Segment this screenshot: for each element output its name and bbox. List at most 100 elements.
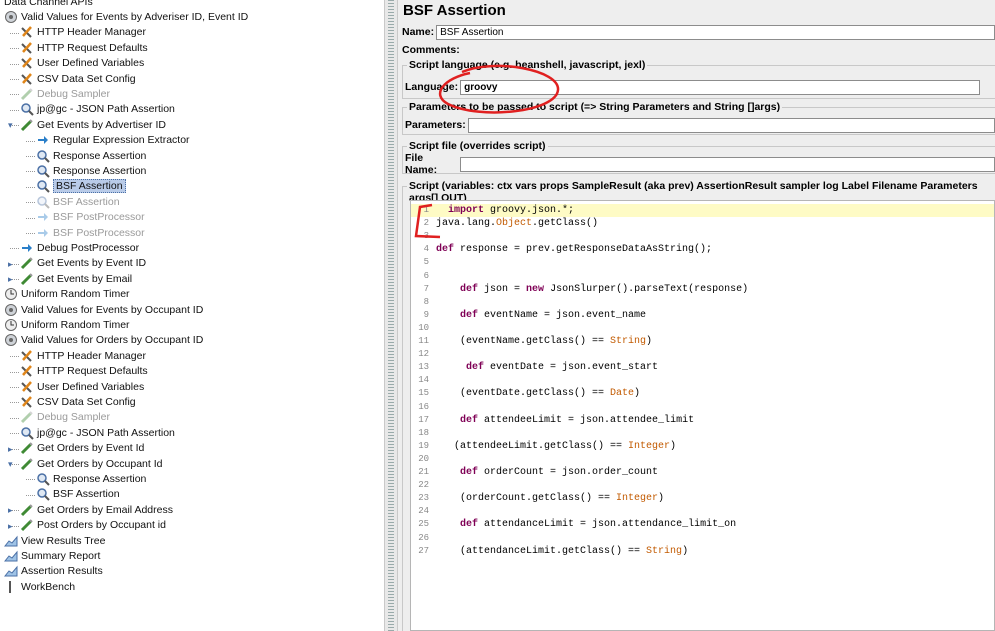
code-line: 15 (eventDate.getClass() == Date) (411, 387, 994, 400)
script-editor[interactable]: 1 import groovy.json.*; 2 java.lang.Object… (410, 200, 995, 631)
tree-node-label: Regular Expression Extractor (53, 134, 190, 147)
tree-node[interactable]: Get Orders by Email Address (20, 502, 173, 517)
tree-node[interactable]: Debug PostProcessor (20, 240, 139, 255)
tree-node[interactable]: HTTP Header Manager (20, 348, 146, 363)
tree-node[interactable]: Debug Sampler (20, 410, 110, 425)
parameters-group-title: Parameters to be passed to script (=> St… (407, 101, 783, 113)
tree-node[interactable]: Summary Report (3, 548, 101, 563)
tree-node[interactable]: Response Assertion (36, 471, 146, 486)
expand-toggle-icon[interactable]: ▸ (8, 505, 18, 515)
tree-node[interactable]: Valid Values for Events by Adveriser ID,… (4, 9, 248, 24)
tree-node[interactable]: CSV Data Set Config (20, 71, 136, 86)
tree-node[interactable]: BSF Assertion (36, 487, 120, 502)
tree-node[interactable]: Assertion Results (3, 564, 103, 579)
expand-toggle-icon[interactable]: ▸ (8, 274, 18, 284)
collapse-toggle-icon[interactable]: ▾ (0, 12, 2, 22)
line-number: 23 (418, 493, 429, 504)
tree-node[interactable]: HTTP Request Defaults (20, 40, 148, 55)
name-field[interactable] (436, 24, 995, 40)
thread-group-icon (4, 10, 18, 24)
tree-node[interactable]: Data Channel APIs (4, 0, 93, 9)
code-line: 24 (411, 505, 994, 518)
tree-node-label: jp@gc - JSON Path Assertion (37, 426, 175, 439)
tree-node[interactable]: jp@gc - JSON Path Assertion (20, 102, 175, 117)
tree-node[interactable]: User Defined Variables (20, 379, 144, 394)
script-file-group-title: Script file (overrides script) (407, 140, 548, 152)
tree-node[interactable]: Response Assertion (36, 163, 146, 178)
assertion-icon (36, 149, 50, 163)
collapse-toggle-icon[interactable]: ▾ (8, 459, 18, 469)
pane-splitter[interactable] (384, 0, 398, 631)
tree-node-label: BSF PostProcessor (53, 226, 145, 239)
tree-node[interactable]: HTTP Request Defaults (20, 364, 148, 379)
assertion-icon (36, 195, 50, 209)
tree-node[interactable]: BSF PostProcessor (36, 210, 145, 225)
code-text: def attendanceLimit = json.attendance_li… (460, 519, 737, 531)
tree-node-label: Get Events by Advertiser ID (37, 118, 166, 131)
panel-title: BSF Assertion (403, 2, 506, 19)
tree-node[interactable]: Get Events by Advertiser ID (20, 117, 166, 132)
expand-toggle-icon[interactable]: ▸ (8, 521, 18, 531)
tree-connector (10, 387, 19, 388)
tree-node-label: jp@gc - JSON Path Assertion (37, 103, 175, 116)
tree-node[interactable]: Get Events by Email (20, 271, 132, 286)
tree-node[interactable]: Uniform Random Timer (4, 287, 130, 302)
tree-connector (26, 494, 35, 496)
tree-node[interactable]: Get Events by Event ID (20, 256, 146, 271)
code-text: import groovy.json.*; (448, 205, 575, 216)
tree-node[interactable]: HTTP Header Manager (20, 25, 146, 40)
tree-node-label: CSV Data Set Config (37, 395, 136, 408)
tree-node[interactable]: WorkBench (4, 579, 75, 594)
tree-node[interactable]: View Results Tree (3, 533, 106, 548)
comments-row: Comments: (402, 42, 995, 58)
collapse-toggle-icon[interactable]: ▾ (0, 336, 2, 346)
tree-node[interactable]: User Defined Variables (20, 56, 144, 71)
tree-node[interactable]: Response Assertion (36, 148, 146, 163)
listener-icon (3, 564, 18, 578)
expand-toggle-icon[interactable]: ▸ (0, 305, 2, 315)
code-line: 5 (411, 256, 994, 269)
tree-node-label: View Results Tree (21, 534, 106, 547)
tree-node[interactable]: Valid Values for Orders by Occupant ID (4, 333, 203, 348)
parameters-group: Parameters to be passed to script (=> St… (402, 101, 995, 135)
tree-connector (26, 202, 35, 204)
tree-node[interactable]: Get Orders by Event Id (20, 441, 144, 456)
tree-node-label: Assertion Results (21, 565, 103, 578)
tree-node-label: BSF Assertion (53, 179, 126, 194)
code-text: def eventName = json.event_name (460, 309, 647, 321)
parameters-field[interactable] (467, 117, 995, 133)
expand-toggle-icon[interactable]: ▸ (8, 444, 18, 454)
collapse-toggle-icon[interactable]: ▾ (8, 120, 18, 130)
tree-node[interactable]: CSV Data Set Config (20, 394, 136, 409)
tree-node[interactable]: Post Orders by Occupant id (20, 518, 166, 533)
test-plan-tree[interactable]: Data Channel APIs Valid Values for Events… (0, 0, 384, 631)
line-number: 10 (418, 322, 429, 333)
expand-toggle-icon[interactable]: ▸ (8, 259, 18, 269)
tree-node[interactable]: Uniform Random Timer (4, 317, 130, 332)
tree-node[interactable]: BSF Assertion (36, 179, 126, 194)
tree-node[interactable]: Debug Sampler (20, 86, 110, 101)
code-text: (attendanceLimit.getClass() == String) (436, 545, 689, 557)
tree-node[interactable]: jp@gc - JSON Path Assertion (20, 425, 175, 440)
line-number: 27 (418, 545, 429, 556)
post-processor-icon (36, 210, 50, 224)
language-field[interactable] (460, 79, 981, 95)
tree-node[interactable]: Valid Values for Events by Occupant ID (4, 302, 203, 317)
tree-node[interactable]: Regular Expression Extractor (36, 133, 190, 148)
config-element-icon (20, 25, 34, 39)
code-line: 23 (orderCount.getClass() == Integer) (411, 492, 994, 505)
config-element-icon (20, 395, 34, 409)
code-line: 10 (411, 322, 994, 335)
code-text: def orderCount = json.order_count (460, 467, 659, 478)
tree-node[interactable]: BSF Assertion (36, 194, 120, 209)
tree-connector (26, 217, 35, 219)
tree-node-label: Get Orders by Email Address (37, 503, 173, 516)
code-text: def eventDate = json.event_start (466, 362, 659, 374)
tree-connector (26, 156, 35, 157)
tree-node-label: Summary Report (21, 549, 101, 562)
tree-node[interactable]: Get Orders by Occupant Id (20, 456, 162, 471)
language-group-title: Script language (e.g. beanshell, javascr… (407, 59, 648, 71)
tree-node[interactable]: BSF PostProcessor (36, 225, 145, 240)
code-text: def response = prev.getResponseDataAsStr… (436, 244, 713, 256)
file-name-field[interactable] (460, 156, 995, 172)
